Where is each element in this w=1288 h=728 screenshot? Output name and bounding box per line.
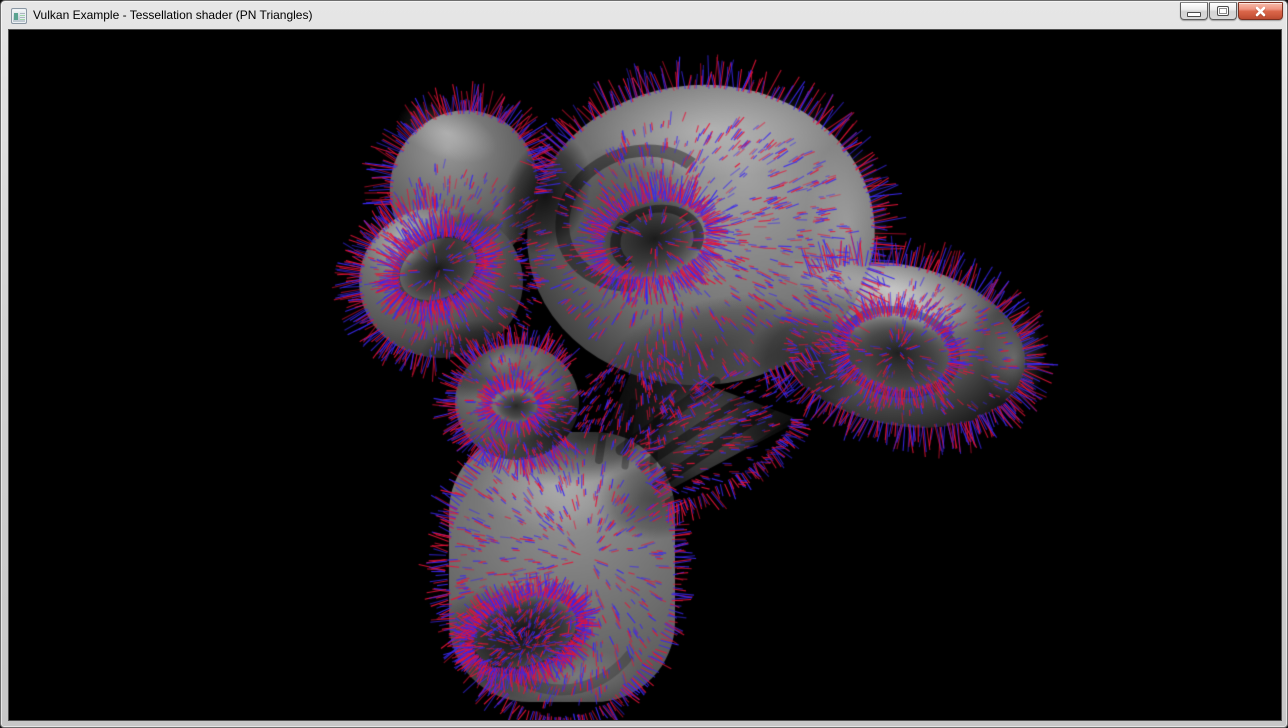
close-icon (1255, 6, 1266, 17)
tessellation-render-canvas[interactable] (9, 30, 1281, 720)
render-viewport[interactable] (9, 30, 1281, 720)
minimize-button[interactable] (1180, 2, 1208, 20)
window-title: Vulkan Example - Tessellation shader (PN… (33, 1, 312, 30)
title-bar[interactable]: Vulkan Example - Tessellation shader (PN… (1, 1, 1287, 30)
app-icon[interactable] (11, 8, 27, 24)
close-button[interactable] (1238, 2, 1283, 20)
minimize-icon (1187, 12, 1201, 17)
maximize-icon (1217, 6, 1229, 16)
app-window: Vulkan Example - Tessellation shader (PN… (0, 0, 1288, 728)
caption-buttons (1179, 2, 1283, 20)
maximize-button[interactable] (1209, 2, 1237, 20)
